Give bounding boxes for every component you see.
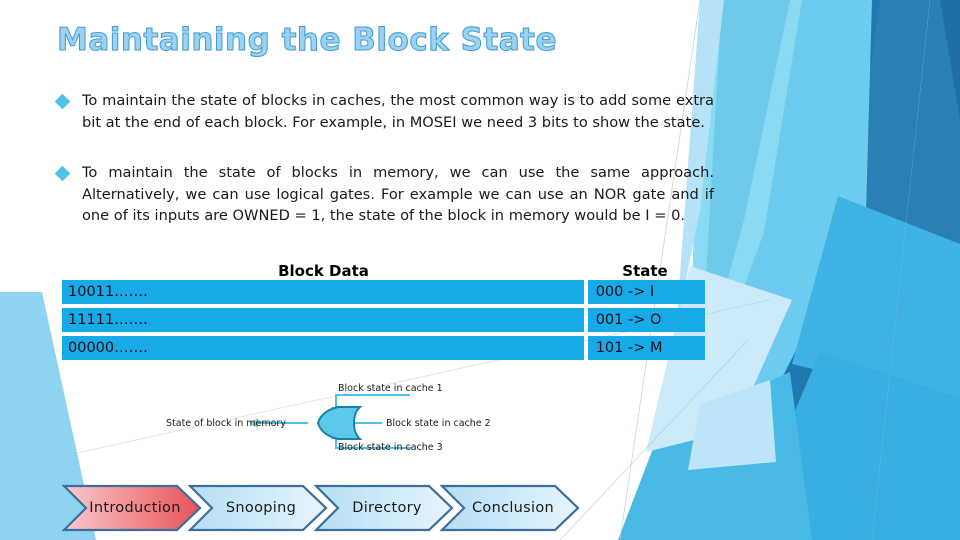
diagram-label-cache2: Block state in cache 2 — [386, 418, 491, 429]
cell-state: 000 -> I — [587, 280, 705, 304]
cell-state: 101 -> M — [587, 336, 705, 360]
cell-block-data: 10011……. — [62, 280, 584, 304]
diamond-bullet-icon — [54, 165, 71, 182]
table-row: 11111……. 001 -> O — [62, 308, 705, 332]
diagram-label-cache1: Block state in cache 1 — [338, 383, 443, 394]
diamond-bullet-icon — [54, 93, 71, 110]
bullet-text-1: To maintain the state of blocks in cache… — [82, 92, 714, 131]
bullet-item-1: To maintain the state of blocks in cache… — [54, 90, 722, 133]
nav-label-conclusion: Conclusion — [471, 500, 555, 516]
column-header-block-data: Block Data — [278, 262, 369, 280]
diagram-label-cache3: Block state in cache 3 — [338, 442, 443, 453]
diagram-label-memory: State of block in memory — [166, 418, 286, 429]
nav-label-snooping: Snooping — [225, 500, 297, 516]
table-row: 10011……. 000 -> I — [62, 280, 705, 304]
bullet-text-2: To maintain the state of blocks in memor… — [82, 164, 714, 224]
nav-item-snooping[interactable]: Snooping — [188, 484, 328, 532]
nav-item-conclusion[interactable]: Conclusion — [440, 484, 580, 532]
table-header-row: Block Data State — [62, 256, 705, 280]
slide-canvas: Maintaining the Block State To maintain … — [0, 0, 960, 540]
block-state-table: Block Data State 10011……. 000 -> I 11111… — [62, 256, 705, 364]
cell-block-data: 11111……. — [62, 308, 584, 332]
nav-label-introduction: Introduction — [89, 500, 181, 516]
nor-gate-body — [316, 406, 363, 440]
column-header-state: State — [622, 262, 668, 280]
page-title: Maintaining the Block State — [56, 22, 558, 59]
table-row: 00000……. 101 -> M — [62, 336, 705, 360]
cell-block-data: 00000……. — [62, 336, 584, 360]
cell-state: 001 -> O — [587, 308, 705, 332]
nav-item-directory[interactable]: Directory — [314, 484, 454, 532]
bullet-item-2: To maintain the state of blocks in memor… — [54, 162, 722, 227]
nav-item-introduction[interactable]: Introduction — [62, 484, 202, 532]
nor-gate-diagram: Block state in cache 1 Block state in ca… — [150, 378, 570, 468]
nav-label-directory: Directory — [352, 500, 422, 516]
